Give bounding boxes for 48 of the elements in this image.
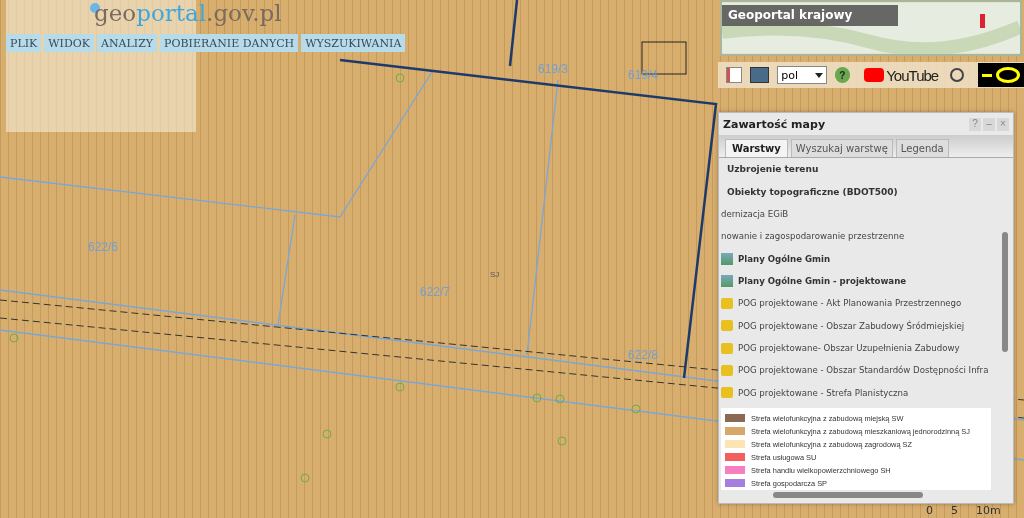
- scale-label: 0: [926, 504, 933, 517]
- layer-item[interactable]: dernizacja EGiB: [721, 208, 789, 219]
- menu-item[interactable]: WIDOK: [44, 34, 94, 52]
- folder-icon: [721, 387, 733, 399]
- layer-item[interactable]: Plany Ogólne Gmin - projektowane: [738, 275, 907, 286]
- menu-item[interactable]: PLIK: [6, 34, 42, 52]
- language-dropdown[interactable]: pol: [777, 66, 827, 84]
- scale-label: 5: [951, 504, 958, 517]
- layer-item[interactable]: POG projektowane - Strefa Planistyczna: [738, 387, 909, 398]
- layer-item[interactable]: Obiekty topograficzne (BDOT500): [727, 186, 898, 197]
- tab[interactable]: Warstwy: [725, 139, 788, 157]
- logo[interactable]: geoportal.gov.pl: [90, 0, 282, 26]
- caret-icon: [814, 72, 823, 78]
- parcel-label: SJ: [490, 270, 500, 279]
- menu-item[interactable]: ANALIZY: [97, 34, 158, 52]
- parcel-label: 619/4: [628, 68, 659, 82]
- list-icon[interactable]: [726, 67, 742, 83]
- folder-icon: [721, 297, 733, 309]
- folder-icon: [721, 364, 733, 376]
- parcel-label: 622/7: [420, 285, 451, 299]
- service-icon: [721, 274, 733, 287]
- layer-item[interactable]: Plany Ogólne Gmin: [738, 253, 831, 264]
- parcel-label: 619/3: [538, 62, 569, 76]
- folder-icon: [721, 342, 733, 354]
- overview-map[interactable]: Geoportal krajowy: [720, 0, 1022, 56]
- layer-item[interactable]: POG projektowane - Akt Planowania Przestrzennego: [738, 298, 962, 309]
- parcel-label: 622/8: [628, 348, 659, 362]
- scale-label: 10m: [976, 504, 1001, 517]
- layer-item[interactable]: POG projektowane - Obszar Standardów Dostępności Infra: [738, 365, 989, 376]
- menu-item[interactable]: POBIERANIE DANYCH: [160, 34, 299, 52]
- play-icon: [864, 68, 885, 82]
- eye-icon: [995, 67, 1020, 83]
- panel-title: Zawartość mapy: [723, 117, 826, 131]
- service-icon: [721, 252, 733, 265]
- menu-item[interactable]: WYSZUKIWANIA: [301, 34, 406, 52]
- parcel-label: 622/6: [88, 240, 119, 254]
- overview-title: Geoportal krajowy: [722, 5, 899, 26]
- layer-item[interactable]: nowanie i zagospodarowanie przestrzenne: [721, 231, 905, 242]
- layer-item[interactable]: POG projektowane - Obszar Zabudowy Śródmiejskiej: [738, 320, 965, 331]
- tab[interactable]: Wyszukaj warstwę: [790, 139, 893, 157]
- layer-item[interactable]: Uzbrojenie terenu: [727, 164, 819, 175]
- marker-icon: [980, 14, 985, 28]
- layer-item[interactable]: POG projektowane- Obszar Uzupełnienia Zabudowy: [738, 343, 960, 354]
- accessibility-button[interactable]: [977, 63, 1024, 87]
- help-button[interactable]: ?: [834, 67, 851, 83]
- folder-icon: [721, 320, 733, 332]
- video-link[interactable]: YouTube: [864, 66, 939, 84]
- tab[interactable]: Legenda: [895, 139, 949, 157]
